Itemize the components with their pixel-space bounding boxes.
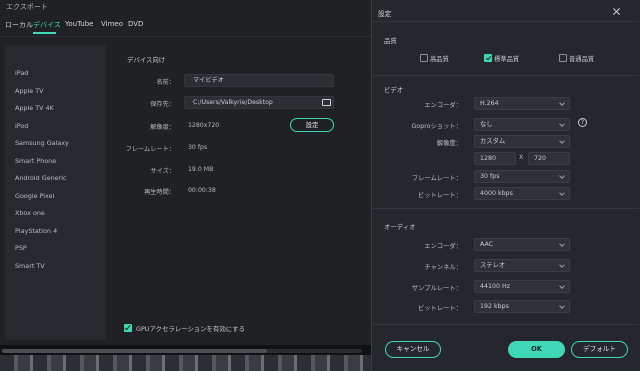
video-resolution-value: カスタム <box>480 138 506 145</box>
device-item-apple-tv[interactable]: Apple TV <box>5 83 106 100</box>
device-item-psp[interactable]: PSP <box>5 240 106 257</box>
resolution-width-input[interactable]: 1280 <box>474 152 516 165</box>
resolution-label: 解像度： <box>150 124 175 131</box>
quality-normal-checkbox[interactable] <box>559 54 567 62</box>
size-label: サイズ： <box>150 168 175 175</box>
window-title: エクスポート <box>6 3 48 11</box>
video-resolution-label: 解像度： <box>436 140 462 147</box>
resolution-value: 1280x720 <box>188 122 220 129</box>
duration-label: 再生時間： <box>144 189 175 196</box>
size-value: 19.0 MB <box>188 166 214 173</box>
video-bitrate-select[interactable]: 4000 kbps <box>474 187 570 200</box>
quality-high-label: 高品質 <box>430 56 449 63</box>
channel-value: ステレオ <box>480 262 506 269</box>
chevron-down-icon <box>559 173 565 179</box>
chevron-down-icon <box>559 303 565 309</box>
channel-select[interactable]: ステレオ <box>474 259 570 272</box>
device-item-smart-tv[interactable]: Smart TV <box>5 258 106 275</box>
device-item-smart-phone[interactable]: Smart Phone <box>5 153 106 170</box>
video-framerate-value: 30 fps <box>480 173 500 180</box>
audio-bitrate-value: 192 kbps <box>480 303 509 310</box>
quality-normal-label: 普通品質 <box>569 56 595 63</box>
audio-encoder-select[interactable]: AAC <box>474 238 570 251</box>
form-title: デバイス向け <box>127 56 166 64</box>
gopro-select[interactable]: なし <box>474 118 570 131</box>
video-bitrate-value: 4000 kbps <box>480 190 513 197</box>
chevron-down-icon <box>559 262 565 268</box>
gpu-checkbox[interactable] <box>124 324 132 332</box>
device-item-apple-tv-4k[interactable]: Apple TV 4K <box>5 100 106 117</box>
resolution-x-separator: X <box>519 154 524 161</box>
device-item-xbox-one[interactable]: Xbox one <box>5 205 106 222</box>
dialog-divider <box>372 324 639 325</box>
gpu-label: GPUアクセラレーションを有効にする <box>136 325 245 333</box>
device-item-google-pixel[interactable]: Google Pixel <box>5 188 106 205</box>
chevron-down-icon <box>559 121 565 127</box>
audio-bitrate-label: ビットレート： <box>417 305 462 312</box>
resolution-height-input[interactable]: 720 <box>528 152 570 165</box>
gopro-value: なし <box>480 121 493 128</box>
dialog-divider <box>372 75 639 76</box>
save-location-field[interactable]: C:/Users/Valkyrie/Desktop <box>184 96 334 109</box>
save-location-label: 保存先： <box>150 101 175 108</box>
gopro-label: Goproショット： <box>411 123 462 130</box>
chevron-down-icon <box>559 190 565 196</box>
duration-value: 00:00:38 <box>188 187 216 194</box>
device-item-samsung-galaxy[interactable]: Samsung Galaxy <box>5 135 106 152</box>
quality-section-title: 品質 <box>384 37 397 45</box>
device-item-ipod[interactable]: iPod <box>5 118 106 135</box>
dialog-title: 設定 <box>378 10 392 18</box>
chevron-down-icon <box>559 100 565 106</box>
device-list: iPhone iPad Apple TV Apple TV 4K iPod Sa… <box>5 45 575 340</box>
samplerate-select[interactable]: 44100 Hz <box>474 280 570 293</box>
filmstrip-thumbnails <box>0 355 375 371</box>
video-encoder-value: H.264 <box>480 100 499 107</box>
video-encoder-label: エンコーダ： <box>424 102 462 109</box>
device-item-android-generic[interactable]: Android Generic <box>5 170 106 187</box>
audio-section-title: オーディオ <box>384 223 416 231</box>
tab-device[interactable]: デバイス <box>33 20 61 30</box>
tab-vimeo[interactable]: Vimeo <box>101 20 123 28</box>
video-framerate-label: フレームレート： <box>411 175 462 182</box>
scrollbar-thumb[interactable] <box>2 349 267 353</box>
settings-button[interactable]: 設定 <box>290 118 334 132</box>
chevron-down-icon <box>559 138 565 144</box>
tab-local[interactable]: ローカル <box>5 20 33 30</box>
quality-standard-checkbox[interactable] <box>484 54 492 62</box>
close-icon[interactable] <box>612 7 621 16</box>
chevron-down-icon <box>559 283 565 289</box>
video-framerate-select[interactable]: 30 fps <box>474 170 570 183</box>
folder-icon[interactable] <box>322 99 331 106</box>
dialog-divider <box>372 208 639 209</box>
dialog-divider <box>372 21 639 22</box>
audio-bitrate-select[interactable]: 192 kbps <box>474 300 570 313</box>
framerate-label: フレームレート： <box>125 146 175 153</box>
framerate-value: 30 fps <box>188 144 208 151</box>
video-encoder-select[interactable]: H.264 <box>474 97 570 110</box>
device-item-ipad[interactable]: iPad <box>5 65 106 82</box>
ok-button[interactable]: OK <box>508 341 565 358</box>
video-resolution-select[interactable]: カスタム <box>474 135 570 148</box>
tab-dvd[interactable]: DVD <box>128 20 143 28</box>
quality-standard-label: 標準品質 <box>494 56 520 63</box>
audio-encoder-label: エンコーダ： <box>424 243 462 250</box>
chevron-down-icon <box>559 241 565 247</box>
help-icon[interactable]: ? <box>578 118 587 127</box>
default-button[interactable]: デフォルト <box>571 341 628 358</box>
active-tab-indicator <box>33 32 56 34</box>
samplerate-value: 44100 Hz <box>480 283 511 290</box>
name-label: 名前： <box>156 79 175 86</box>
cancel-button[interactable]: キャンセル <box>385 341 441 358</box>
samplerate-label: サンプルレート： <box>411 285 462 292</box>
name-field[interactable]: マイビデオ <box>184 74 334 87</box>
quality-high-checkbox[interactable] <box>420 54 428 62</box>
audio-encoder-value: AAC <box>480 241 494 248</box>
device-item-playstation-4[interactable]: PlayStation 4 <box>5 223 106 240</box>
video-bitrate-label: ビットレート： <box>417 192 462 199</box>
video-section-title: ビデオ <box>384 86 404 94</box>
channel-label: チャンネル： <box>424 264 462 271</box>
tab-youtube[interactable]: YouTube <box>65 20 93 28</box>
